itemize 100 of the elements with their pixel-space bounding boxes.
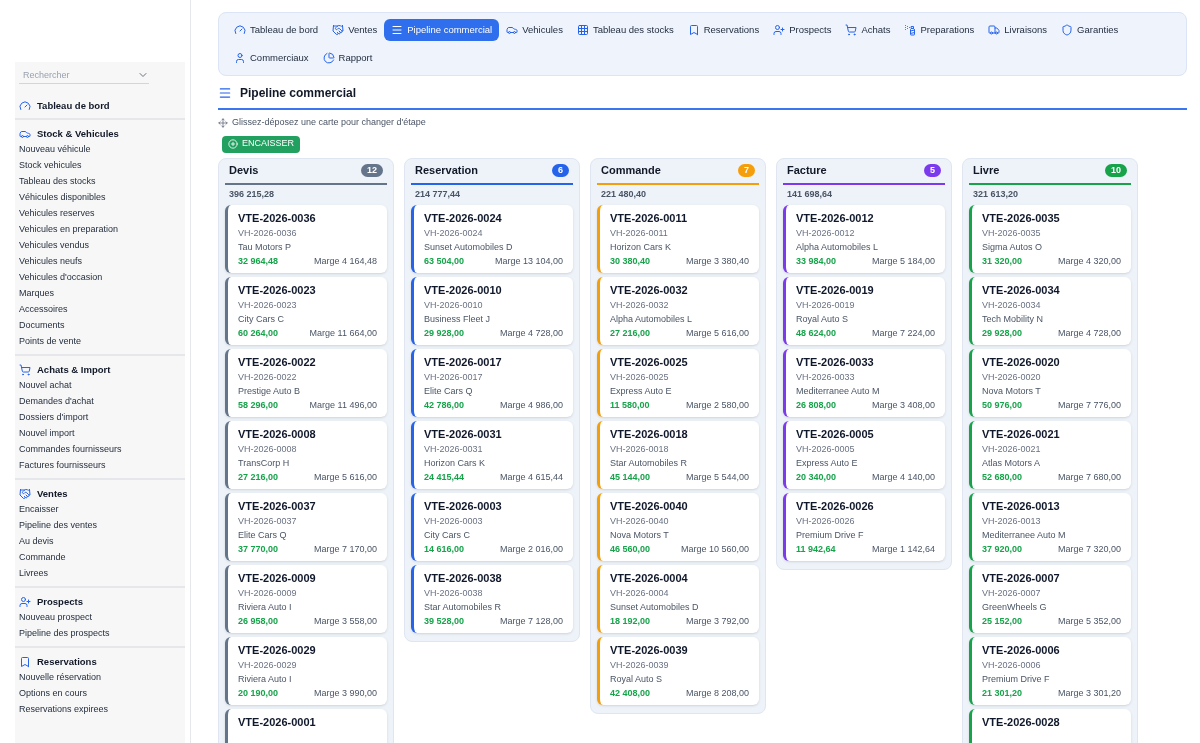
deal-card[interactable]: VTE-2026-0001 [225, 708, 387, 743]
deal-card[interactable]: VTE-2026-0020 VH-2026-0020 Nova Motors T 50 976,00 Marge 7 776,00 [969, 348, 1131, 417]
sidebar-item[interactable]: Marques [15, 286, 185, 302]
deal-card[interactable]: VTE-2026-0033 VH-2026-0033 Mediterranee Auto M 26 808,00 Marge 3 408,00 [783, 348, 945, 417]
sidebar-item[interactable]: Reservations expirees [15, 702, 185, 718]
deal-card[interactable]: VTE-2026-0003 VH-2026-0003 City Cars C 14 616,00 Marge 2 016,00 [411, 492, 573, 561]
deal-ref: VTE-2026-0038 [424, 570, 503, 585]
deal-card[interactable]: VTE-2026-0026 VH-2026-0026 Premium Drive F 11 942,64 Marge 1 142,64 [783, 492, 945, 561]
deal-card[interactable]: VTE-2026-0039 VH-2026-0039 Royal Auto S 42 408,00 Marge 8 208,00 [597, 636, 759, 705]
nav-tab[interactable]: Vehicules [499, 19, 570, 41]
deal-card[interactable]: VTE-2026-0017 VH-2026-0017 Elite Cars Q 42 786,00 Marge 4 986,00 [411, 348, 573, 417]
sidebar-item[interactable]: Au devis [15, 534, 185, 550]
deal-card[interactable]: VTE-2026-0022 VH-2026-0022 Prestige Auto B 58 296,00 Marge 11 496,00 [225, 348, 387, 417]
deal-card[interactable]: VTE-2026-0004 VH-2026-0004 Sunset Automobiles D 18 192,00 Marge 3 792,00 [597, 564, 759, 633]
sidebar-item[interactable]: Tableau des stocks [15, 174, 185, 190]
deal-card[interactable]: VTE-2026-0019 VH-2026-0019 Royal Auto S 48 624,00 Marge 7 224,00 [783, 276, 945, 345]
client-name: GreenWheels G [982, 600, 1048, 613]
deal-card[interactable]: VTE-2026-0009 VH-2026-0009 Riviera Auto I 26 958,00 Marge 3 558,00 [225, 564, 387, 633]
deal-card[interactable]: VTE-2026-0008 VH-2026-0008 TransCorp H 27 216,00 Marge 5 616,00 [225, 420, 387, 489]
nav-tab[interactable]: Garanties [1054, 19, 1126, 41]
deal-amount: 21 301,20 [982, 686, 1023, 699]
deal-card[interactable]: VTE-2026-0011 VH-2026-0011 Horizon Cars K 30 380,40 Marge 3 380,40 [597, 204, 759, 273]
nav-tab[interactable]: Preparations [897, 19, 982, 41]
sidebar-item[interactable]: Commandes fournisseurs [15, 442, 185, 458]
deal-margin: Marge 5 616,00 [685, 326, 749, 339]
deal-card[interactable]: VTE-2026-0035 VH-2026-0035 Sigma Autos O 31 320,00 Marge 4 320,00 [969, 204, 1131, 273]
deal-card[interactable]: VTE-2026-0007 VH-2026-0007 GreenWheels G 25 152,00 Marge 5 352,00 [969, 564, 1131, 633]
section-title[interactable]: Tableau de bord [37, 98, 110, 114]
vehicle-ref: VH-2026-0025 [610, 370, 670, 383]
deal-card[interactable]: VTE-2026-0038 VH-2026-0038 Star Automobiles R 39 528,00 Marge 7 128,00 [411, 564, 573, 633]
deal-card[interactable]: VTE-2026-0028 [969, 708, 1131, 743]
deal-card[interactable]: VTE-2026-0036 VH-2026-0036 Tau Motors P 32 964,48 Marge 4 164,48 [225, 204, 387, 273]
nav-tab[interactable]: Tableau des stocks [569, 19, 681, 41]
sidebar-item[interactable]: Factures fournisseurs [15, 458, 185, 474]
deal-card[interactable]: VTE-2026-0012 VH-2026-0012 Alpha Automobiles L 33 984,00 Marge 5 184,00 [783, 204, 945, 273]
sidebar-item[interactable]: Vehicules d'occasion [15, 270, 185, 286]
deal-card[interactable]: VTE-2026-0031 VH-2026-0031 Horizon Cars K 24 415,44 Marge 4 615,44 [411, 420, 573, 489]
nav-tab[interactable]: Prospects [766, 19, 839, 41]
nav-tab[interactable]: Reservations [680, 19, 767, 41]
deal-card[interactable]: VTE-2026-0037 VH-2026-0037 Elite Cars Q 37 770,00 Marge 7 170,00 [225, 492, 387, 561]
nav-tab[interactable]: Ventes [325, 19, 385, 41]
nav-tab[interactable]: Commerciaux [227, 47, 316, 69]
nav-tab[interactable]: Livraisons [981, 19, 1055, 41]
sidebar-item[interactable]: Nouveau prospect [15, 610, 185, 626]
deal-card[interactable]: VTE-2026-0018 VH-2026-0018 Star Automobiles R 45 144,00 Marge 5 544,00 [597, 420, 759, 489]
deal-card[interactable]: VTE-2026-0032 VH-2026-0032 Alpha Automobiles L 27 216,00 Marge 5 616,00 [597, 276, 759, 345]
sidebar-item[interactable]: Points de vente [15, 334, 185, 350]
sidebar-item[interactable]: Pipeline des ventes [15, 518, 185, 534]
vehicle-ref: VH-2026-0023 [238, 298, 298, 311]
deal-card[interactable]: VTE-2026-0040 VH-2026-0040 Nova Motors T 46 560,00 Marge 10 560,00 [597, 492, 759, 561]
nav-tab[interactable]: Achats [838, 19, 898, 41]
deal-card[interactable]: VTE-2026-0025 VH-2026-0025 Express Auto E 11 580,00 Marge 2 580,00 [597, 348, 759, 417]
sidebar-item[interactable]: Nouvelle réservation [15, 670, 185, 686]
sidebar-item[interactable]: Nouvel import [15, 426, 185, 442]
sidebar-item[interactable]: Nouvel achat [15, 378, 185, 394]
sidebar-item[interactable]: Demandes d'achat [15, 394, 185, 410]
deal-card[interactable]: VTE-2026-0005 VH-2026-0005 Express Auto E 20 340,00 Marge 4 140,00 [783, 420, 945, 489]
sidebar-item[interactable]: Livrees [15, 566, 185, 582]
section-title[interactable]: Achats & Import [37, 362, 111, 378]
deal-margin: Marge 4 140,00 [871, 470, 935, 483]
deal-amount: 11 942,64 [796, 542, 836, 555]
deal-card[interactable]: VTE-2026-0024 VH-2026-0024 Sunset Automobiles D 63 504,00 Marge 13 104,00 [411, 204, 573, 273]
sidebar-item[interactable]: Encaisser [15, 502, 185, 518]
deal-card[interactable]: VTE-2026-0034 VH-2026-0034 Tech Mobility N 29 928,00 Marge 4 728,00 [969, 276, 1131, 345]
sidebar-item[interactable]: Accessoires [15, 302, 185, 318]
search-field[interactable]: Rechercher [19, 66, 129, 83]
section-title[interactable]: Reservations [37, 654, 97, 670]
sidebar-item[interactable]: Options en cours [15, 686, 185, 702]
deal-card[interactable]: VTE-2026-0013 VH-2026-0013 Mediterranee Auto M 37 920,00 Marge 7 320,00 [969, 492, 1131, 561]
section-title[interactable]: Stock & Vehicules [37, 126, 119, 142]
deal-amount: 60 264,00 [238, 326, 279, 339]
sidebar-item[interactable]: Nouveau véhicule [15, 142, 185, 158]
sidebar-item[interactable]: Véhicules disponibles [15, 190, 185, 206]
vehicle-ref: VH-2026-0037 [238, 514, 298, 527]
sidebar-item[interactable]: Vehicules neufs [15, 254, 185, 270]
sidebar-item[interactable]: Stock vehicules [15, 158, 185, 174]
car-icon [506, 24, 519, 36]
deal-card[interactable]: VTE-2026-0023 VH-2026-0023 City Cars C 60 264,00 Marge 11 664,00 [225, 276, 387, 345]
deal-card[interactable]: VTE-2026-0010 VH-2026-0010 Business Fleet J 29 928,00 Marge 4 728,00 [411, 276, 573, 345]
deal-margin: Marge 4 320,00 [1057, 254, 1121, 267]
section-title[interactable]: Ventes [37, 486, 68, 502]
sidebar-item[interactable]: Vehicules en preparation [15, 222, 185, 238]
vehicle-ref: VH-2026-0039 [610, 658, 670, 671]
sidebar-item[interactable]: Pipeline des prospects [15, 626, 185, 642]
deal-card[interactable]: VTE-2026-0021 VH-2026-0021 Atlas Motors A 52 680,00 Marge 7 680,00 [969, 420, 1131, 489]
sidebar-item[interactable]: Vehicules vendus [15, 238, 185, 254]
sidebar-item[interactable]: Documents [15, 318, 185, 334]
deal-card[interactable]: VTE-2026-0029 VH-2026-0029 Riviera Auto I 20 190,00 Marge 3 990,00 [225, 636, 387, 705]
sidebar-item[interactable]: Commande [15, 550, 185, 566]
hint-text: Glissez-déposez une carte pour changer d'étape [232, 116, 426, 129]
sidebar-item[interactable]: Vehicules reserves [15, 206, 185, 222]
nav-tab[interactable]: Rapport [315, 47, 380, 69]
page-title: Pipeline commercial [240, 85, 357, 102]
sidebar-item[interactable]: Dossiers d'import [15, 410, 185, 426]
deal-ref: VTE-2026-0008 [238, 426, 317, 441]
nav-tab[interactable]: Tableau de bord [227, 19, 326, 41]
section-title[interactable]: Prospects [37, 594, 83, 610]
deal-card[interactable]: VTE-2026-0006 VH-2026-0006 Premium Drive F 21 301,20 Marge 3 301,20 [969, 636, 1131, 705]
nav-tab[interactable]: Pipeline commercial [384, 19, 500, 41]
count-badge: 12 [361, 163, 383, 178]
